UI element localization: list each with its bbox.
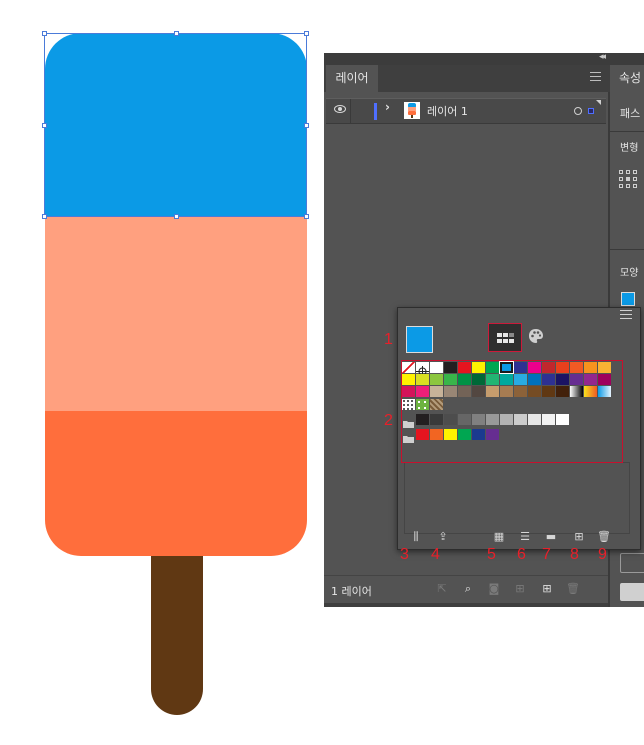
resize-handle[interactable]	[304, 123, 309, 128]
appearance-label: 모양	[620, 268, 639, 279]
new-sublayer-icon[interactable]: ⊞	[513, 582, 527, 596]
swatch-library-icon[interactable]: ⫼	[409, 530, 423, 544]
annotation-number: 9	[598, 546, 607, 563]
tab-layers[interactable]: 레이어	[326, 65, 378, 92]
swatches-icon[interactable]	[488, 323, 522, 352]
collapse-panels-icon[interactable]: ◂◂	[599, 52, 606, 62]
path-label: 패스	[620, 107, 641, 120]
divider	[610, 249, 644, 250]
fill-swatch[interactable]	[621, 292, 635, 306]
trash-icon[interactable]: 🗑	[566, 582, 580, 596]
new-color-group-icon[interactable]: ▬	[544, 530, 558, 544]
selection-corner-icon	[596, 100, 601, 105]
layer-count: 1 레이어	[331, 585, 372, 598]
divider	[610, 131, 644, 132]
layers-tab-bar: 레이어	[324, 65, 608, 92]
clip-mask-icon[interactable]: ◙	[487, 582, 501, 596]
layer-row[interactable]: › 레이어 1	[326, 98, 606, 124]
resize-handle[interactable]	[42, 214, 47, 219]
properties-button[interactable]	[620, 583, 644, 601]
tab-properties[interactable]: 속성	[610, 65, 644, 92]
selection-bounding-box[interactable]	[42, 31, 309, 219]
layer-name[interactable]: 레이어 1	[427, 103, 468, 119]
annotation-number: 4	[431, 546, 440, 563]
annotation-number: 2	[384, 412, 393, 429]
selected-art-indicator[interactable]	[588, 108, 594, 114]
annotation-number: 3	[400, 546, 409, 563]
divider	[350, 99, 351, 123]
annotation-number: 8	[570, 546, 579, 563]
search-icon[interactable]: ⌕	[461, 582, 475, 596]
new-swatch-icon[interactable]: ⊞	[572, 530, 586, 544]
annotation-number: 1	[384, 331, 393, 348]
resize-handle[interactable]	[42, 31, 47, 36]
panel-top-bar: ◂◂	[324, 52, 644, 65]
swatch-options-icon[interactable]: ☰	[518, 530, 532, 544]
fill-swatch[interactable]	[406, 326, 433, 353]
annotation-number: 7	[542, 546, 551, 563]
popsicle-stick	[151, 540, 203, 715]
add-to-library-icon[interactable]: ⇪	[436, 530, 450, 544]
hamburger-icon[interactable]	[590, 72, 601, 81]
popsicle-peach-band[interactable]	[45, 217, 307, 411]
annotation-number: 5	[487, 546, 496, 563]
resize-handle[interactable]	[304, 214, 309, 219]
layers-footer: 1 레이어 ⇱ ⌕ ◙ ⊞ ⊞ 🗑	[324, 575, 608, 604]
layer-color-bar	[374, 103, 377, 120]
color-palette-icon[interactable]	[528, 328, 544, 344]
trash-icon[interactable]: 🗑	[597, 530, 611, 544]
chevron-right-icon[interactable]: ›	[385, 100, 390, 114]
new-layer-icon[interactable]: ⊞	[540, 582, 554, 596]
transform-label: 변형	[620, 143, 639, 154]
panel-bottom-bar	[324, 603, 608, 607]
eye-icon[interactable]	[334, 105, 346, 113]
resize-handle[interactable]	[174, 214, 179, 219]
annotation-box	[401, 360, 623, 463]
export-icon[interactable]: ⇱	[435, 582, 449, 596]
annotation-number: 6	[517, 546, 526, 563]
list-icon[interactable]	[620, 310, 632, 319]
resize-handle[interactable]	[304, 31, 309, 36]
reference-point-icon[interactable]	[619, 170, 637, 188]
show-swatch-kinds-icon[interactable]: ▦	[492, 530, 506, 544]
target-icon[interactable]	[574, 107, 582, 115]
properties-button[interactable]	[620, 553, 644, 573]
swatch-list-area[interactable]	[404, 462, 630, 534]
popsicle-orange-band[interactable]	[45, 411, 307, 556]
layer-thumbnail	[404, 102, 420, 119]
resize-handle[interactable]	[42, 123, 47, 128]
popsicle-thumbnail-icon	[408, 103, 416, 118]
resize-handle[interactable]	[174, 31, 179, 36]
